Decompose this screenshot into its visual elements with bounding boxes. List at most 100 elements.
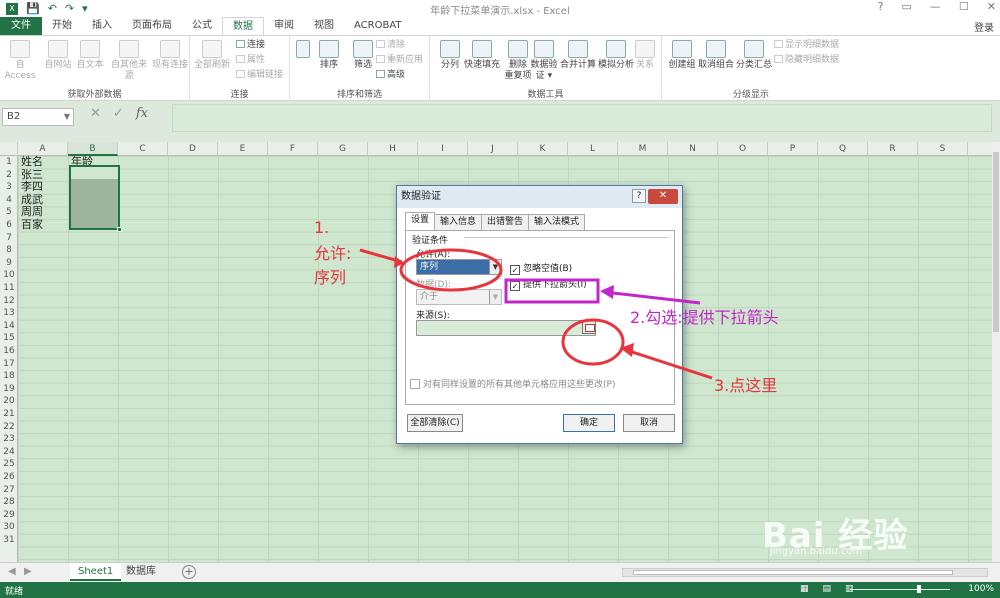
existing-connections-button[interactable]: 现有连接 xyxy=(152,40,188,71)
row-header[interactable]: 25 xyxy=(0,458,18,471)
in-cell-dropdown-checkbox[interactable]: ✓ 提供下拉箭头(I) xyxy=(510,277,587,291)
range-select-icon[interactable] xyxy=(582,320,596,334)
from-access-button[interactable]: 自 Access xyxy=(2,40,38,82)
allow-select[interactable]: 序列 ▼ xyxy=(416,259,502,275)
tab-formulas[interactable]: 公式 xyxy=(182,17,222,35)
close-icon[interactable]: ✕ xyxy=(987,0,996,13)
ungroup-button[interactable]: 取消组合 xyxy=(696,40,736,71)
tab-error-alert[interactable]: 出错警告 xyxy=(481,214,530,230)
source-input[interactable] xyxy=(416,320,596,336)
tab-view[interactable]: 视图 xyxy=(304,17,344,35)
edit-links-button[interactable]: 编辑链接 xyxy=(236,70,283,81)
cell-a4[interactable]: 成武 xyxy=(21,193,43,206)
zoom-level[interactable]: 100% xyxy=(968,584,994,594)
apply-all-checkbox[interactable]: 对有同样设置的所有其他单元格应用这些更改(P) xyxy=(410,377,615,390)
column-header-p[interactable]: P xyxy=(768,142,818,156)
row-header[interactable]: 29 xyxy=(0,509,18,522)
column-header-m[interactable]: M xyxy=(618,142,668,156)
horizontal-scroll-thumb[interactable] xyxy=(633,570,953,575)
row-header[interactable]: 30 xyxy=(0,521,18,534)
close-icon[interactable]: ✕ xyxy=(648,189,678,204)
cell-a2[interactable]: 张三 xyxy=(21,168,43,181)
column-header-q[interactable]: Q xyxy=(818,142,868,156)
next-sheet-icon[interactable]: ▶ xyxy=(24,566,32,577)
show-detail-button[interactable]: 显示明细数据 xyxy=(774,40,839,51)
row-header[interactable]: 8 xyxy=(0,244,18,257)
row-header[interactable]: 10 xyxy=(0,269,18,282)
ribbon-display-icon[interactable]: ▭ xyxy=(902,0,912,13)
maximize-icon[interactable]: ☐ xyxy=(959,0,969,13)
column-header-k[interactable]: K xyxy=(518,142,568,156)
prev-sheet-icon[interactable]: ◀ xyxy=(8,566,16,577)
row-header[interactable]: 17 xyxy=(0,358,18,371)
advanced-filter-button[interactable]: 高级 xyxy=(376,70,405,81)
tab-input-message[interactable]: 输入信息 xyxy=(434,214,483,230)
name-box[interactable]: B2 ▼ xyxy=(2,108,74,126)
tab-review[interactable]: 审阅 xyxy=(264,17,304,35)
row-header[interactable]: 23 xyxy=(0,433,18,446)
horizontal-scrollbar[interactable] xyxy=(622,568,988,577)
row-header[interactable]: 21 xyxy=(0,408,18,421)
tab-data[interactable]: 数据 xyxy=(222,17,264,35)
row-header[interactable]: 15 xyxy=(0,332,18,345)
zoom-slider[interactable] xyxy=(850,589,950,590)
row-header[interactable]: 12 xyxy=(0,295,18,308)
tab-home[interactable]: 开始 xyxy=(42,17,82,35)
column-header-g[interactable]: G xyxy=(318,142,368,156)
cell-a6[interactable]: 百家 xyxy=(21,219,43,231)
formula-input[interactable] xyxy=(172,104,992,132)
hide-detail-button[interactable]: 隐藏明细数据 xyxy=(774,55,839,66)
vertical-scrollbar[interactable] xyxy=(992,142,1000,562)
tab-page-layout[interactable]: 页面布局 xyxy=(122,17,182,35)
row-header[interactable]: 26 xyxy=(0,471,18,484)
row-header[interactable]: 22 xyxy=(0,421,18,434)
row-header[interactable]: 28 xyxy=(0,496,18,509)
row-header[interactable]: 14 xyxy=(0,320,18,333)
row-header[interactable]: 5 xyxy=(0,206,18,219)
scroll-thumb[interactable] xyxy=(993,152,999,332)
cell-a5[interactable]: 周周 xyxy=(21,206,43,218)
ok-button[interactable]: 确定 xyxy=(563,414,615,432)
clear-all-button[interactable]: 全部清除(C) xyxy=(407,414,463,432)
clear-filter-button[interactable]: 清除 xyxy=(376,40,405,51)
column-header-a[interactable]: A xyxy=(18,142,68,156)
help-icon[interactable]: ? xyxy=(878,0,884,13)
normal-view-icon[interactable]: ▦ xyxy=(800,584,809,594)
data-select[interactable]: 介于 ▼ xyxy=(416,289,502,305)
row-header[interactable]: 9 xyxy=(0,257,18,270)
from-other-sources-button[interactable]: 自其他来源 xyxy=(108,40,150,82)
ignore-blank-checkbox[interactable]: ✓ 忽略空值(B) xyxy=(510,261,572,275)
row-header[interactable]: 1 xyxy=(0,156,18,169)
insert-function-icon[interactable]: fx xyxy=(136,106,148,121)
row-header[interactable]: 20 xyxy=(0,395,18,408)
chevron-down-icon[interactable]: ▼ xyxy=(64,109,70,125)
row-header[interactable]: 2 xyxy=(0,169,18,182)
tab-ime-mode[interactable]: 输入法模式 xyxy=(528,214,586,230)
column-header-l[interactable]: L xyxy=(568,142,618,156)
tab-settings[interactable]: 设置 xyxy=(405,212,436,230)
column-header-n[interactable]: N xyxy=(668,142,718,156)
filter-button[interactable]: 筛选 xyxy=(346,40,380,71)
row-header[interactable]: 6 xyxy=(0,219,18,232)
properties-button[interactable]: 属性 xyxy=(236,55,265,66)
column-header-i[interactable]: I xyxy=(418,142,468,156)
chevron-down-icon[interactable]: ▼ xyxy=(489,260,501,274)
page-layout-view-icon[interactable]: ▤ xyxy=(823,584,832,594)
row-header[interactable]: 16 xyxy=(0,345,18,358)
chevron-down-icon[interactable]: ▼ xyxy=(489,290,501,304)
row-header[interactable]: 7 xyxy=(0,232,18,245)
column-header-r[interactable]: R xyxy=(868,142,918,156)
column-header-d[interactable]: D xyxy=(168,142,218,156)
column-header-h[interactable]: H xyxy=(368,142,418,156)
column-header-e[interactable]: E xyxy=(218,142,268,156)
add-sheet-icon[interactable]: + xyxy=(182,565,196,579)
column-header-b[interactable]: B xyxy=(68,142,118,156)
cell-a3[interactable]: 李四 xyxy=(21,181,43,193)
row-header[interactable]: 27 xyxy=(0,484,18,497)
relationships-button[interactable]: 关系 xyxy=(630,40,660,71)
row-header[interactable]: 31 xyxy=(0,534,18,547)
row-header[interactable]: 19 xyxy=(0,383,18,396)
group-button[interactable]: 创建组 xyxy=(664,40,700,71)
column-header-j[interactable]: J xyxy=(468,142,518,156)
sheet-tab-sheet1[interactable]: Sheet1 xyxy=(70,563,122,581)
